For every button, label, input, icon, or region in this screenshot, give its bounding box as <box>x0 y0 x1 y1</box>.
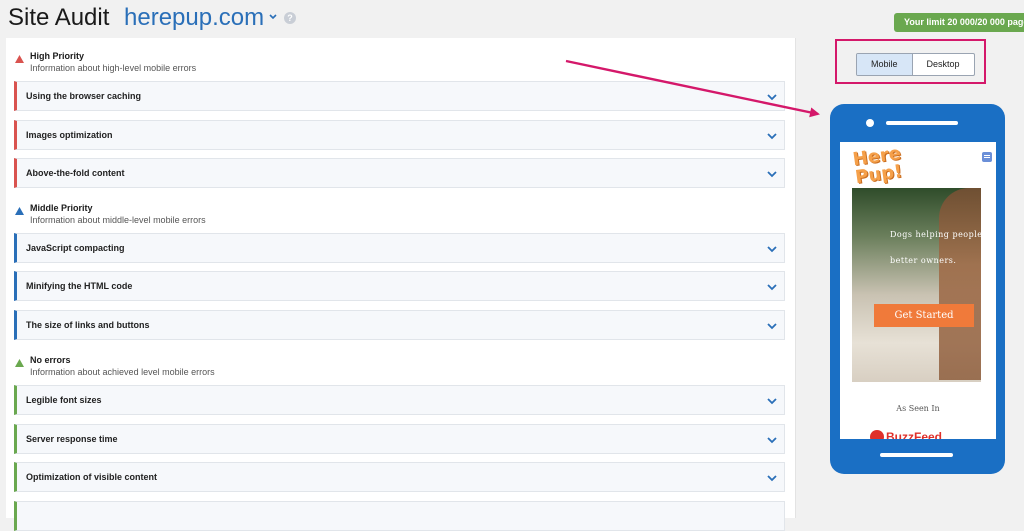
audit-row-legible-font-sizes[interactable]: Legible font sizes <box>14 385 785 415</box>
audit-row-above-the-fold[interactable]: Above-the-fold content <box>14 158 785 188</box>
row-label: Minifying the HTML code <box>26 281 133 291</box>
audit-row-javascript-compacting[interactable]: JavaScript compacting <box>14 233 785 263</box>
row-label: Using the browser caching <box>26 91 142 101</box>
site-logo: Here Pup! <box>851 143 905 189</box>
chevron-down-icon[interactable] <box>766 434 778 446</box>
press-logo-text: BuzzFeed <box>886 430 943 439</box>
audit-row-visible-content[interactable]: Optimization of visible content <box>14 462 785 492</box>
dog-silhouette <box>939 188 981 380</box>
row-label: Legible font sizes <box>26 395 102 405</box>
menu-icon[interactable] <box>982 152 992 162</box>
press-logo-icon <box>870 430 884 439</box>
phone-speaker <box>886 121 958 125</box>
mobile-button[interactable]: Mobile <box>857 54 913 75</box>
hero-text-line-2: better owners. <box>890 256 957 265</box>
phone-screen[interactable]: Here Pup! Dogs helping people become bet… <box>840 142 996 439</box>
chevron-down-icon[interactable] <box>766 91 778 103</box>
chevron-down-icon[interactable] <box>766 395 778 407</box>
success-triangle-icon <box>15 359 24 367</box>
phone-camera <box>866 119 874 127</box>
audit-row-server-response[interactable]: Server response time <box>14 424 785 454</box>
hero-text-line-1: Dogs helping people become <box>890 230 996 239</box>
row-label: Above-the-fold content <box>26 168 125 178</box>
section-subtitle: Information about achieved level mobile … <box>30 367 215 377</box>
chevron-down-icon[interactable] <box>766 320 778 332</box>
chevron-down-icon[interactable] <box>268 12 278 22</box>
audit-row-browser-caching[interactable]: Using the browser caching <box>14 81 785 111</box>
row-label: Optimization of visible content <box>26 472 158 482</box>
row-label: JavaScript compacting <box>26 243 125 253</box>
section-subtitle: Information about middle-level mobile er… <box>30 215 206 225</box>
chevron-down-icon[interactable] <box>766 243 778 255</box>
errors-panel: High Priority Information about high-lev… <box>6 38 796 531</box>
audit-row-links-buttons-size[interactable]: The size of links and buttons <box>14 310 785 340</box>
phone-preview: Here Pup! Dogs helping people become bet… <box>830 104 1005 474</box>
domain-selector[interactable]: herepup.com <box>124 4 264 32</box>
row-label: Images optimization <box>26 130 113 140</box>
chevron-down-icon[interactable] <box>766 168 778 180</box>
help-icon[interactable]: ? <box>284 12 296 24</box>
limit-badge: Your limit 20 000/20 000 pages <box>894 13 1024 32</box>
as-seen-in-label: As Seen In <box>896 404 940 413</box>
chevron-down-icon[interactable] <box>766 281 778 293</box>
get-started-button[interactable]: Get Started <box>874 304 974 327</box>
hero-image: Dogs helping people become better owners… <box>852 188 996 382</box>
row-label: Server response time <box>26 434 118 444</box>
row-label: The size of links and buttons <box>26 320 150 330</box>
view-toggle[interactable]: Mobile Desktop <box>856 53 975 76</box>
chevron-down-icon[interactable] <box>766 130 778 142</box>
warning-triangle-icon <box>15 55 24 63</box>
page-header: Site Audit herepup.com ? Your limit 20 0… <box>0 0 1024 38</box>
warning-triangle-icon <box>15 207 24 215</box>
audit-row-minifying-html[interactable]: Minifying the HTML code <box>14 271 785 301</box>
section-title: Middle Priority <box>30 203 93 213</box>
press-logo: BuzzFeed <box>870 430 960 439</box>
desktop-button[interactable]: Desktop <box>913 54 974 75</box>
audit-row-images-optimization[interactable]: Images optimization <box>14 120 785 150</box>
section-subtitle: Information about high-level mobile erro… <box>30 63 197 73</box>
section-title: No errors <box>30 355 71 365</box>
phone-home-bar <box>880 453 953 457</box>
page-title: Site Audit <box>8 4 110 31</box>
chevron-down-icon[interactable] <box>766 472 778 484</box>
logo-line-2: Pup! <box>853 160 904 189</box>
section-title: High Priority <box>30 51 85 61</box>
audit-row-partial[interactable] <box>14 501 785 531</box>
